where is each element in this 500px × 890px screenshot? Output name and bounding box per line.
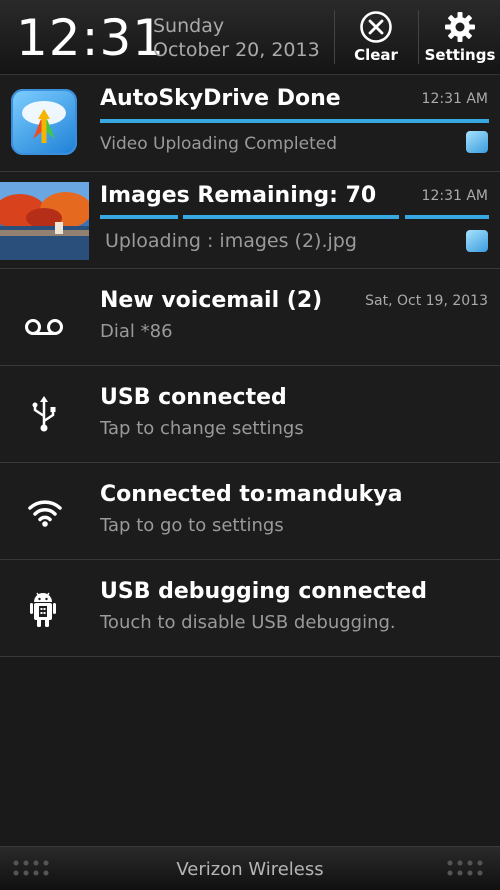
notification-subtitle: Tap to change settings — [100, 418, 304, 439]
usb-icon — [32, 396, 56, 432]
clear-button[interactable]: Clear — [336, 6, 416, 68]
autoskydrive-small-icon — [466, 230, 488, 252]
notification-usb-connected[interactable]: USB connected Tap to change settings — [0, 366, 500, 463]
upload-progress-bar — [100, 119, 489, 123]
android-debug-icon — [30, 592, 56, 627]
upload-progress-segment — [183, 215, 399, 219]
upload-progress-segment — [100, 215, 178, 219]
date-block: Sunday October 20, 2013 — [153, 14, 320, 62]
wifi-icon — [28, 500, 62, 527]
notification-title: USB debugging connected — [100, 579, 427, 604]
carrier-footer[interactable]: Verizon Wireless — [0, 846, 500, 890]
voicemail-icon — [25, 319, 63, 335]
notification-subtitle: Video Uploading Completed — [100, 134, 338, 154]
notification-subtitle: Tap to go to settings — [100, 515, 284, 536]
day-label: Sunday — [153, 15, 225, 37]
notification-subtitle: Uploading : images (2).jpg — [105, 230, 357, 252]
notification-title: USB connected — [100, 385, 287, 410]
notification-subtitle: Touch to disable USB debugging. — [100, 612, 396, 633]
notification-voicemail[interactable]: New voicemail (2) Sat, Oct 19, 2013 Dial… — [0, 269, 500, 366]
notification-header: 12:31 Sunday October 20, 2013 Clear Sett… — [0, 0, 500, 75]
notification-title: AutoSkyDrive Done — [100, 86, 341, 111]
clear-label: Clear — [354, 46, 398, 64]
settings-label: Settings — [424, 46, 496, 64]
notification-wifi[interactable]: Connected to:mandukya Tap to go to setti… — [0, 463, 500, 560]
notification-autoskydrive[interactable]: AutoSkyDrive Done 12:31 AM Video Uploadi… — [0, 75, 500, 172]
drag-handle-icon[interactable] — [444, 859, 488, 879]
image-thumbnail — [0, 182, 89, 260]
autoskydrive-small-icon — [466, 131, 488, 153]
notification-title: Images Remaining: 70 — [100, 183, 377, 208]
notification-images-remaining[interactable]: Images Remaining: 70 12:31 AM Uploading … — [0, 172, 500, 269]
divider — [418, 10, 419, 64]
date-label: October 20, 2013 — [153, 39, 320, 61]
notification-time: 12:31 AM — [421, 188, 488, 204]
notification-time: 12:31 AM — [421, 91, 488, 107]
notification-time: Sat, Oct 19, 2013 — [365, 293, 488, 309]
notification-subtitle: Dial *86 — [100, 321, 173, 342]
notification-title: Connected to:mandukya — [100, 482, 403, 507]
carrier-label: Verizon Wireless — [176, 859, 324, 880]
notification-title: New voicemail (2) — [100, 288, 323, 313]
clear-icon — [360, 11, 392, 43]
autoskydrive-icon — [11, 89, 77, 155]
notification-usb-debugging[interactable]: USB debugging connected Touch to disable… — [0, 560, 500, 657]
upload-progress-segment — [405, 215, 489, 219]
gear-icon — [445, 12, 475, 42]
divider — [334, 10, 335, 64]
clock: 12:31 — [16, 9, 166, 67]
settings-button[interactable]: Settings — [420, 6, 500, 68]
